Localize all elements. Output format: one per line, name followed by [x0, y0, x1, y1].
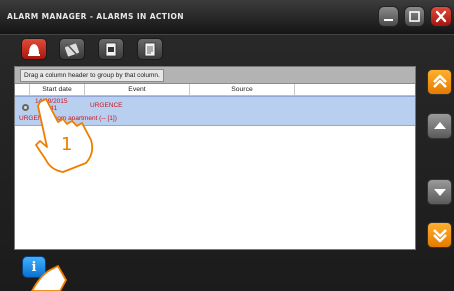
- column-header-event[interactable]: Event: [85, 84, 190, 95]
- speaker-muted-icon: [60, 39, 84, 59]
- row-event: URGENCE: [90, 102, 123, 109]
- table-row[interactable]: 14/09/2015 21:41 URGENCE URGENCE from ap…: [15, 96, 415, 126]
- alarms-grid: Drag a column header to group by that co…: [14, 66, 416, 250]
- title-bar: ALARM MANAGER - ALARMS IN ACTION: [0, 0, 454, 35]
- minimize-button[interactable]: [378, 6, 399, 27]
- minimize-icon: [379, 7, 398, 26]
- group-panel: Drag a column header to group by that co…: [15, 67, 415, 84]
- scroll-top-button[interactable]: [427, 69, 452, 95]
- step-number-label: 1: [61, 134, 73, 155]
- scroll-up-button[interactable]: [427, 113, 452, 139]
- column-header-row: Start date Event Source: [15, 84, 415, 96]
- row-start-date: 14/09/2015: [35, 98, 68, 105]
- column-header-source[interactable]: Source: [190, 84, 295, 95]
- scroll-up-icon: [434, 122, 446, 129]
- silence-button[interactable]: [59, 38, 85, 60]
- alarms-in-action-button[interactable]: [21, 38, 47, 60]
- scroll-down-icon: [434, 189, 446, 196]
- maximize-icon: [405, 7, 424, 26]
- alarm-row-icon: [21, 99, 30, 111]
- alarm-bell-icon: [22, 39, 46, 59]
- column-header-start-date[interactable]: Start date: [30, 84, 85, 95]
- column-header-spacer: [15, 84, 30, 95]
- document-button[interactable]: [137, 38, 163, 60]
- group-hint: Drag a column header to group by that co…: [20, 69, 164, 82]
- document-icon: [138, 39, 162, 59]
- report-icon: [99, 39, 123, 59]
- close-button[interactable]: [430, 6, 452, 27]
- row-start-time: 21:41: [41, 105, 58, 112]
- report-button[interactable]: [98, 38, 124, 60]
- row-detail: URGENCE from apartment (-- [1]): [19, 115, 117, 122]
- scroll-down-button[interactable]: [427, 179, 452, 205]
- scroll-bottom-icon: [433, 229, 447, 243]
- info-button[interactable]: i: [22, 256, 46, 278]
- window-title: ALARM MANAGER - ALARMS IN ACTION: [7, 12, 184, 21]
- close-icon: [431, 7, 451, 26]
- alarm-manager-window: ALARM MANAGER - ALARMS IN ACTION Drag a …: [0, 0, 454, 291]
- scroll-bottom-button[interactable]: [427, 222, 452, 248]
- scroll-top-icon: [433, 74, 447, 88]
- maximize-button[interactable]: [404, 6, 425, 27]
